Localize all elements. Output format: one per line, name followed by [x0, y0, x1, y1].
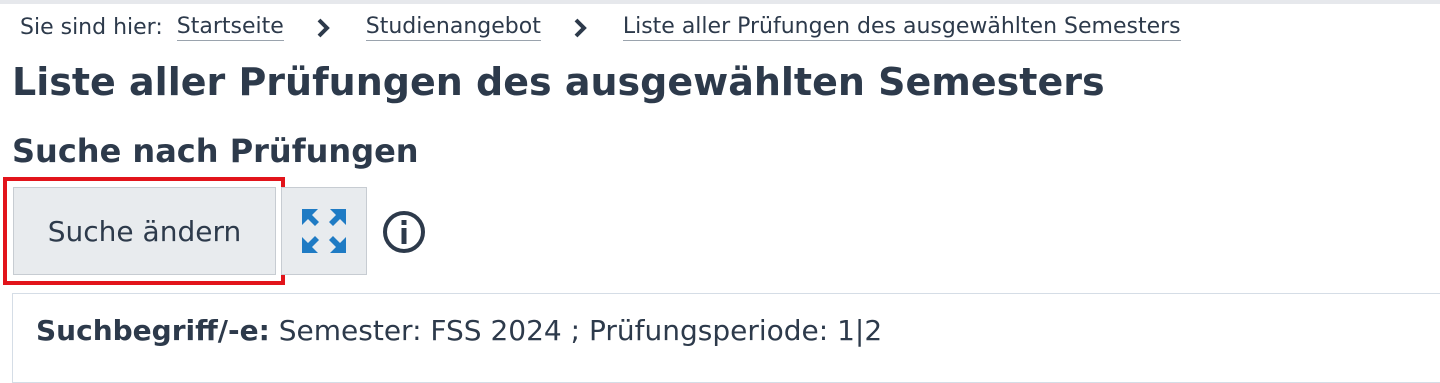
breadcrumb-prefix: Sie sind hier:: [20, 15, 163, 40]
search-summary: Suchbegriff/-e: Semester: FSS 2024 ; Prü…: [36, 314, 882, 347]
chevron-right-icon: [312, 17, 334, 39]
info-icon: [383, 211, 425, 253]
page-title: Liste aller Prüfungen des ausgewählten S…: [12, 60, 1105, 104]
search-summary-label: Suchbegriff/-e:: [36, 314, 270, 347]
expand-arrows-icon: [302, 209, 346, 253]
chevron-right-icon: [569, 17, 591, 39]
breadcrumb: Sie sind hier: Startseite Studienangebot…: [20, 14, 1181, 41]
breadcrumb-link-current[interactable]: Liste aller Prüfungen des ausgewählten S…: [622, 14, 1181, 41]
top-divider: [0, 0, 1440, 4]
breadcrumb-link-startseite[interactable]: Startseite: [176, 14, 284, 41]
breadcrumb-link-studienangebot[interactable]: Studienangebot: [365, 14, 541, 41]
search-section-heading: Suche nach Prüfungen: [12, 132, 419, 170]
expand-button[interactable]: [281, 187, 367, 275]
highlight-box: [3, 177, 285, 285]
search-summary-value: Semester: FSS 2024 ; Prüfungsperiode: 1|…: [278, 314, 883, 347]
info-button[interactable]: [381, 209, 427, 255]
